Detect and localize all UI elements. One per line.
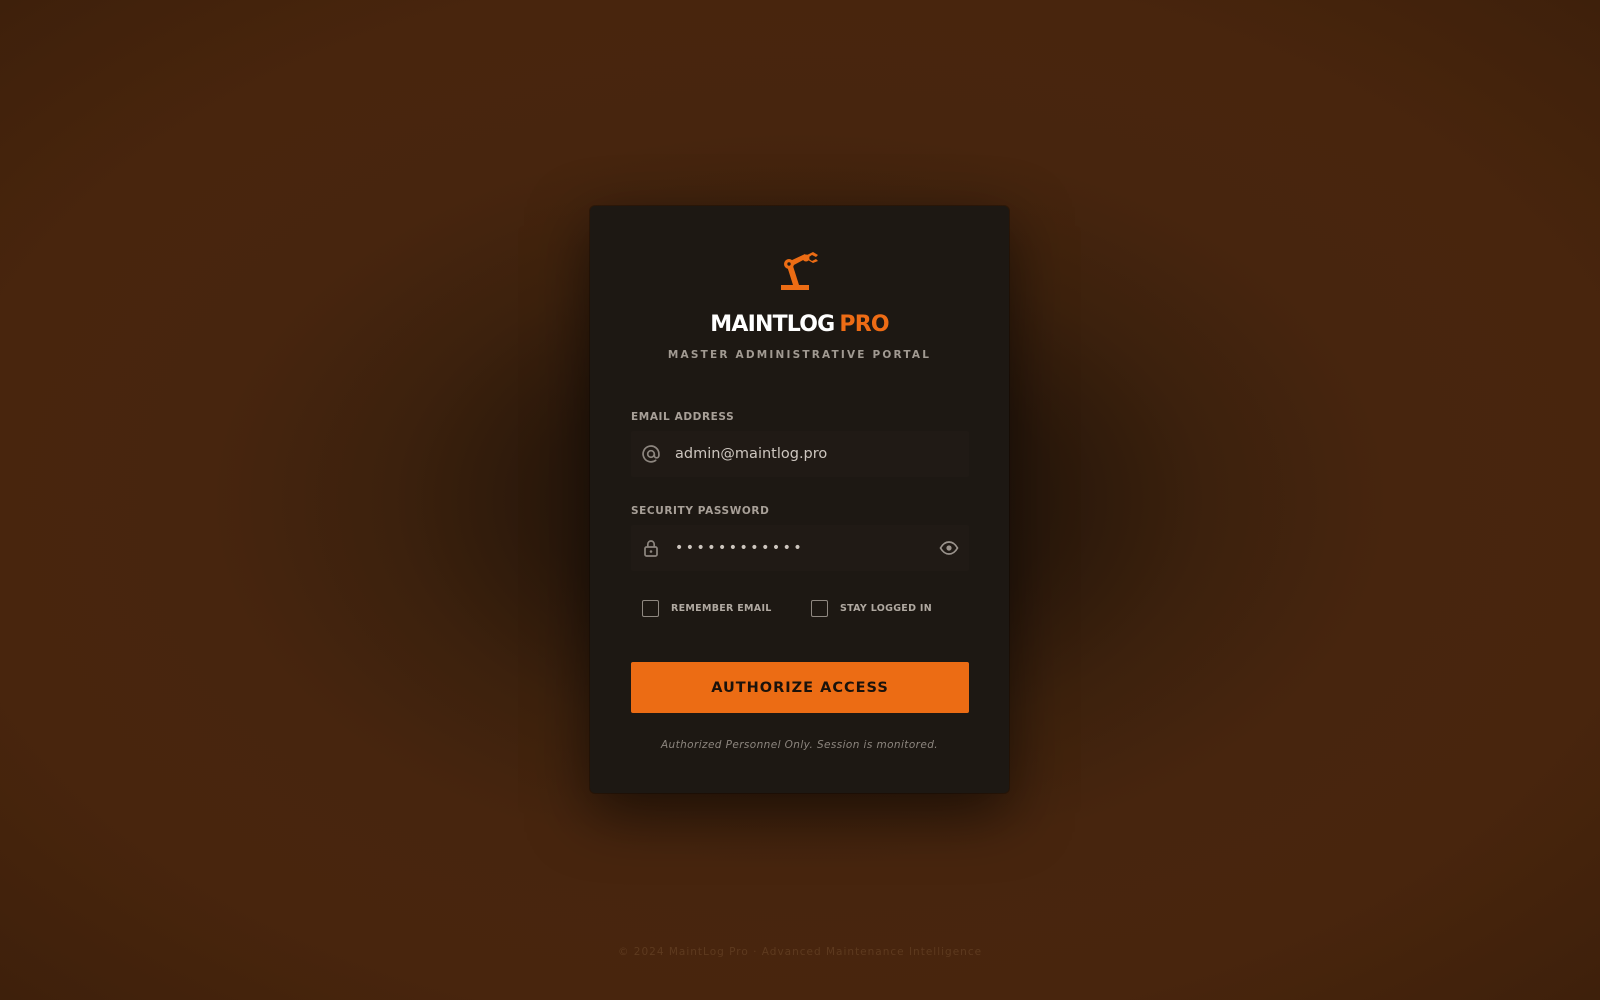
lock-icon [644,540,658,557]
eye-icon[interactable] [939,539,959,557]
email-field-wrapper [631,431,969,477]
at-sign-icon [642,445,660,463]
password-label: SECURITY PASSWORD [631,505,770,517]
stay-logged-in-checkbox[interactable]: STAY LOGGED IN [811,600,932,617]
brand-name-main: MAINTLOG [710,312,835,337]
remember-email-box[interactable] [642,600,659,617]
footer-copyright: © 2024 MaintLog Pro · Advanced Maintenan… [617,946,983,958]
remember-email-checkbox[interactable]: REMEMBER EMAIL [642,600,772,617]
portal-subtitle: MASTER ADMINISTRATIVE PORTAL [667,349,932,361]
brand-title: MAINTLOG PRO [590,312,1009,338]
email-input[interactable] [675,431,925,477]
security-notice: Authorized Personnel Only. Session is mo… [660,739,939,751]
login-card: MAINTLOG PRO MASTER ADMINISTRATIVE PORTAL… [590,206,1009,793]
stay-logged-in-box[interactable] [811,600,828,617]
robot-arm-icon [781,252,818,290]
authorize-access-button[interactable]: AUTHORIZE ACCESS [631,662,969,713]
email-label: EMAIL ADDRESS [631,411,735,423]
stay-logged-in-label: STAY LOGGED IN [840,603,932,614]
password-field-wrapper [631,525,969,571]
brand-name-accent: PRO [839,312,889,337]
remember-email-label: REMEMBER EMAIL [671,603,772,614]
password-input[interactable] [675,525,925,571]
